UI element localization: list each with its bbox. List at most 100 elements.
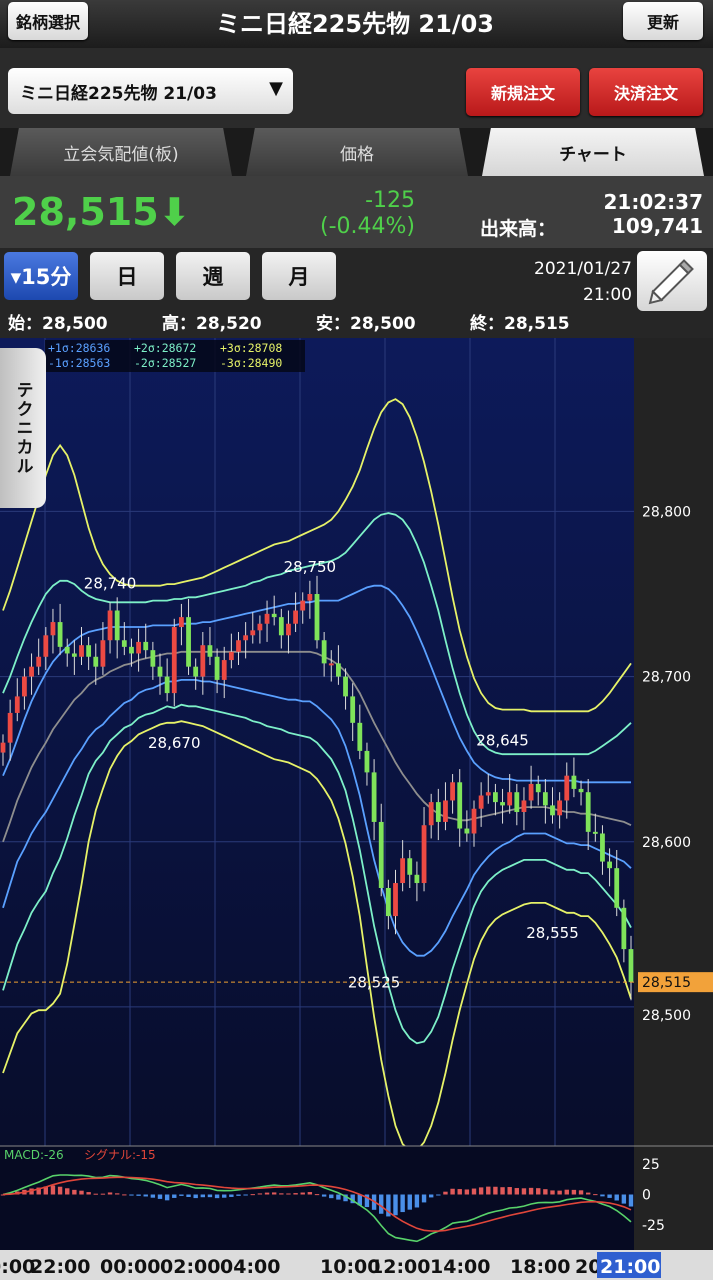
ohlc-open: 始：28,500: [8, 314, 108, 334]
candle-body-36: [257, 623, 263, 631]
candle-body-53: [378, 821, 384, 888]
candle-body-14: [100, 640, 106, 667]
candle-body-5: [36, 656, 42, 667]
candle-body-57: [407, 858, 413, 875]
time-axis: 0:0022:0000:0002:0004:0010:0012:0014:001…: [0, 1250, 713, 1280]
period-day-button[interactable]: 日: [90, 252, 164, 300]
candle-body-59: [421, 825, 427, 884]
candle-body-24: [171, 627, 177, 694]
tab-chart[interactable]: チャート: [482, 128, 704, 176]
candle-body-82: [585, 792, 591, 832]
macd-histogram-bar-26: [186, 1194, 191, 1197]
candle-body-40: [286, 623, 291, 636]
macd-histogram-bar-13: [93, 1193, 98, 1195]
candle-body-11: [79, 645, 84, 657]
macd-histogram-bar-46: [329, 1194, 334, 1199]
macd-histogram-bar-36: [257, 1193, 263, 1195]
macd-histogram-bar-19: [136, 1194, 141, 1196]
macd-histogram-bar-57: [407, 1194, 412, 1210]
candle-body-51: [364, 750, 370, 773]
macd-histogram-bar-78: [557, 1190, 562, 1195]
macd-histogram-bar-17: [122, 1194, 127, 1196]
macd-histogram-bar-32: [229, 1194, 234, 1197]
candle-body-55: [393, 883, 398, 917]
macd-tick-1: 0: [642, 1188, 651, 1204]
legend-item-4: -2σ:28527: [134, 356, 196, 370]
candle-body-70: [500, 802, 505, 806]
last-price-value: 28,515: [12, 190, 159, 234]
legend-item-2: +3σ:28708: [220, 341, 282, 355]
candle-body-46: [328, 663, 334, 666]
down-arrow-icon: ⬇: [158, 190, 191, 234]
ohlc-close: 終：28,515: [470, 314, 570, 334]
period-month-button[interactable]: 月: [262, 252, 336, 300]
macd-histogram-bar-74: [528, 1187, 534, 1195]
candle-body-88: [628, 949, 634, 983]
new-order-button[interactable]: 新規注文: [466, 68, 580, 116]
candle-body-85: [607, 861, 612, 869]
macd-histogram-bar-9: [65, 1188, 70, 1195]
candle-body-28: [200, 645, 206, 677]
macd-histogram-bar-61: [436, 1194, 441, 1196]
period-15min-button[interactable]: ▾15分: [4, 252, 78, 300]
candle-body-22: [157, 666, 163, 677]
candle-body-84: [600, 833, 605, 862]
macd-histogram-bar-60: [428, 1194, 434, 1198]
macd-histogram-bar-64: [457, 1189, 462, 1195]
candle-body-6: [43, 635, 49, 657]
candle-body-64: [457, 782, 463, 829]
candle-body-67: [478, 795, 484, 809]
close-order-button[interactable]: 決済注文: [589, 68, 703, 116]
annotation-3: 28,645: [476, 731, 529, 749]
macd-histogram-bar-77: [550, 1190, 555, 1195]
macd-histogram-bar-14: [100, 1193, 106, 1195]
macd-histogram-bar-70: [500, 1187, 505, 1195]
candle-body-69: [493, 792, 498, 803]
macd-histogram-bar-22: [157, 1194, 163, 1199]
time-label-2: 00:00: [100, 1256, 160, 1278]
macd-histogram-bar-67: [478, 1187, 484, 1195]
macd-histogram-bar-72: [514, 1188, 520, 1195]
candle-body-61: [435, 802, 441, 822]
candle-body-83: [592, 831, 598, 834]
candle-body-32: [228, 651, 234, 661]
candle-body-80: [571, 775, 577, 789]
symbol-dropdown[interactable]: ミニ日経225先物 21/03 ▼: [8, 68, 293, 114]
refresh-button[interactable]: 更新: [623, 2, 703, 40]
macd-histogram-bar-31: [222, 1194, 227, 1198]
technical-tab[interactable]: テクニカル: [0, 348, 46, 508]
candle-body-87: [621, 907, 627, 950]
macd-histogram-bar-29: [207, 1194, 213, 1198]
macd-histogram-bar-11: [79, 1190, 84, 1195]
tab-price[interactable]: 価格: [246, 128, 468, 176]
legend-item-1: +2σ:28672: [134, 341, 196, 355]
macd-histogram-bar-8: [57, 1186, 63, 1195]
macd-histogram-bar-15: [107, 1192, 113, 1195]
candle-body-4: [29, 666, 34, 677]
macd-histogram-bar-20: [143, 1194, 148, 1197]
candle-body-21: [150, 650, 156, 667]
macd-histogram-bar-71: [507, 1187, 512, 1195]
macd-histogram-bar-45: [321, 1194, 327, 1197]
candle-body-34: [243, 635, 249, 641]
time-label-8: 18:00: [510, 1256, 570, 1278]
macd-histogram-bar-30: [214, 1194, 220, 1199]
candle-body-25: [179, 617, 184, 628]
chart-date: 2021/01/27: [534, 259, 632, 279]
price-chart[interactable]: 28,74028,75028,670 28,64528,55528,525 28,5…: [0, 338, 713, 1280]
macd-histogram-bar-10: [72, 1189, 77, 1195]
tab-order-book[interactable]: 立会気配値(板): [10, 128, 232, 176]
candle-body-3: [22, 676, 27, 697]
period-week-button[interactable]: 週: [176, 252, 250, 300]
macd-histogram-bar-59: [421, 1194, 427, 1203]
candle-body-72: [514, 792, 520, 813]
macd-histogram-bar-41: [293, 1193, 298, 1195]
macd-histogram-bar-34: [243, 1194, 248, 1196]
macd-histogram-bar-38: [271, 1192, 277, 1195]
candle-body-37: [264, 613, 270, 624]
chart-legend: +1σ:28636 +2σ:28672 +3σ:28708 -1σ:28563 -2σ:…: [45, 340, 305, 372]
annotation-0: 28,740: [84, 575, 137, 593]
volume-value: 109,741: [611, 214, 703, 238]
draw-button[interactable]: [637, 251, 707, 311]
select-symbol-button[interactable]: 銘柄選択: [8, 2, 88, 40]
